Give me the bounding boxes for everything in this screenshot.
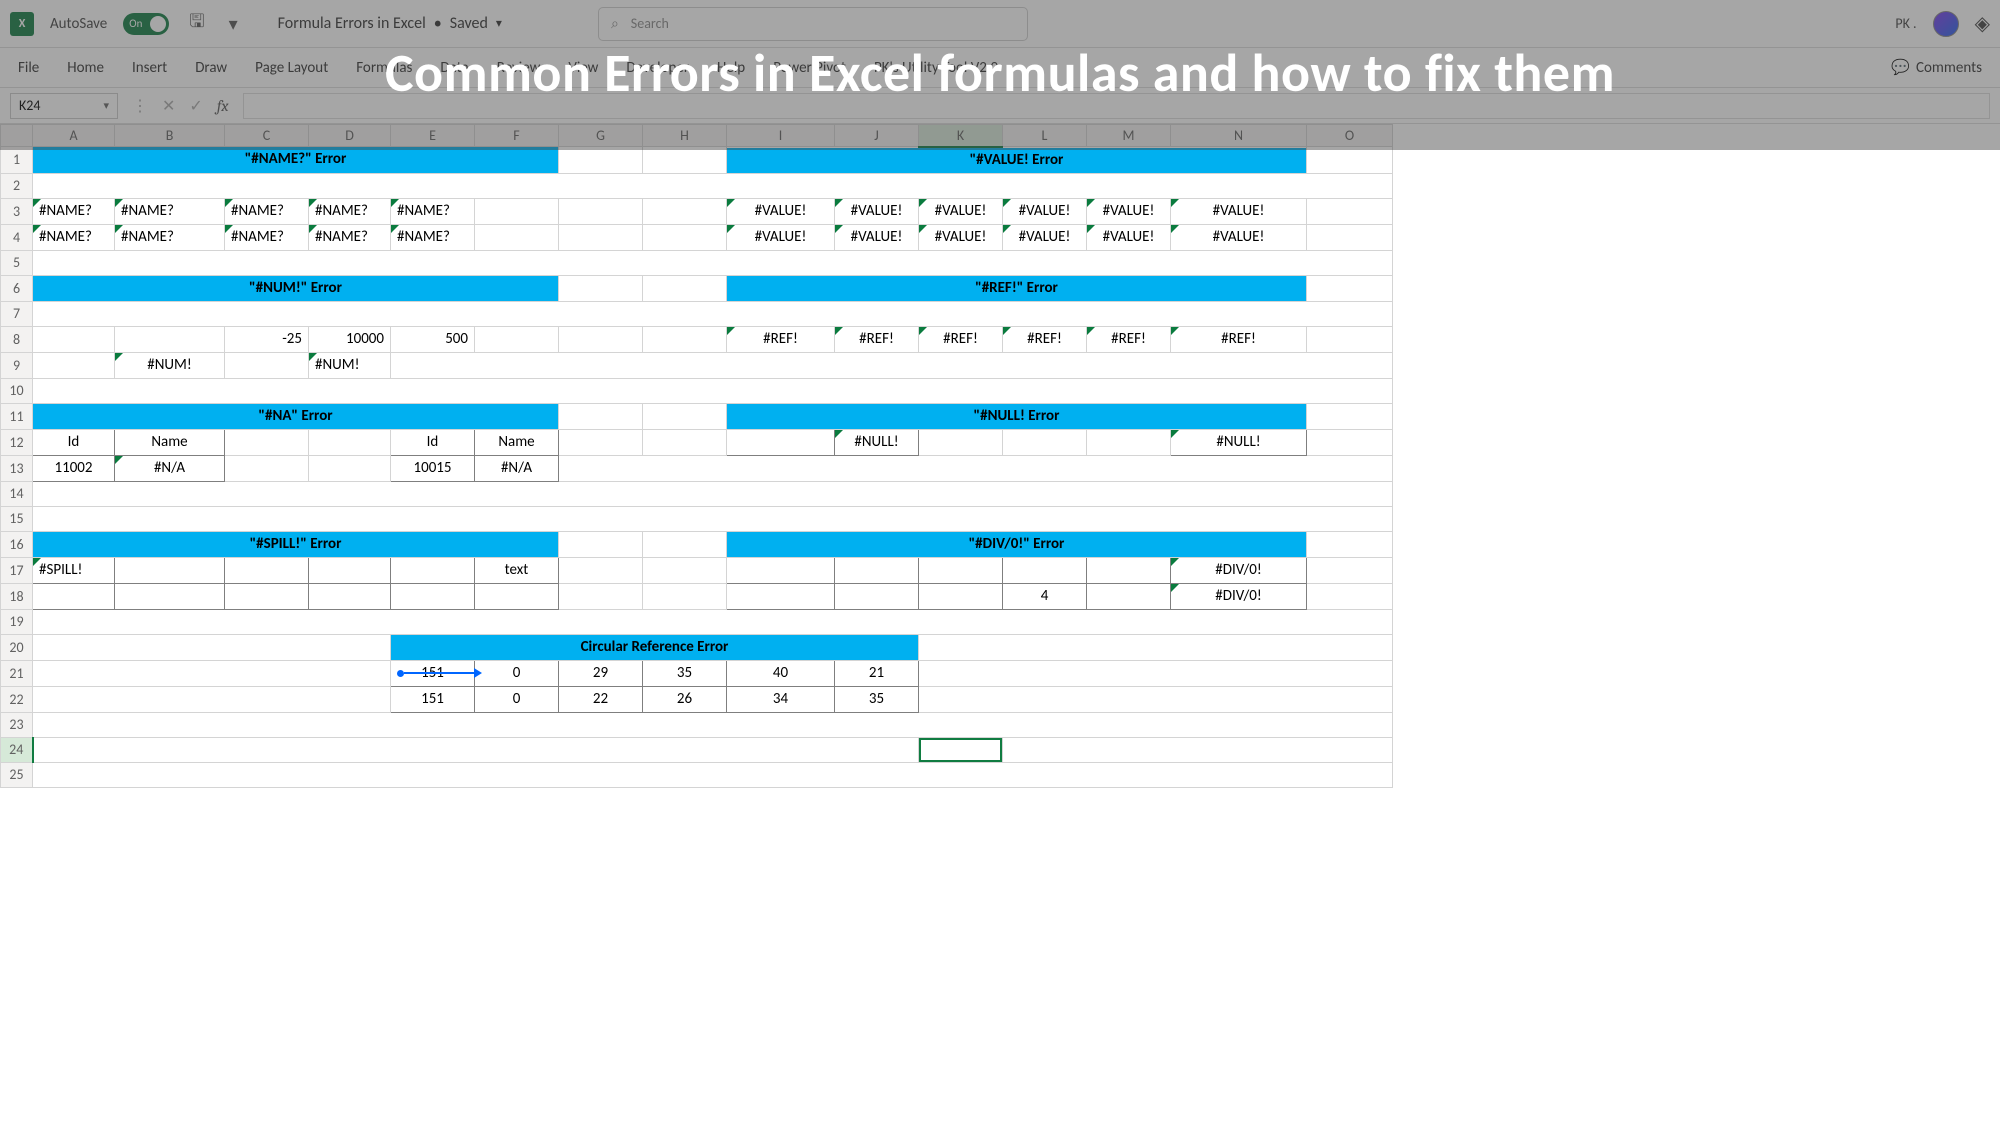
tab-help[interactable]: Help [717,59,745,77]
num-error-header[interactable]: "#NUM!" Error [33,275,559,301]
tab-powerpivot[interactable]: Power Pivot [773,59,846,77]
search-icon: ⌕ [611,15,619,32]
tab-view[interactable]: View [568,59,598,77]
tab-page-layout[interactable]: Page Layout [255,59,328,77]
comments-button[interactable]: 💬 Comments [1891,58,1982,77]
tab-data[interactable]: Data [440,59,468,77]
div0-error-header[interactable]: "#DIV/0!" Error [727,531,1307,557]
tab-insert[interactable]: Insert [132,59,167,77]
active-cell[interactable] [919,737,1003,762]
enter-icon[interactable]: ✓ [185,96,206,116]
tab-developer[interactable]: Developer [626,59,689,77]
diamond-icon[interactable]: ◈ [1975,11,1990,36]
user-name[interactable]: PK . [1895,15,1916,32]
tab-formulas[interactable]: Formulas [356,59,412,77]
cancel-icon[interactable]: ✕ [158,96,179,116]
circular-error-header[interactable]: Circular Reference Error [391,634,919,660]
name-error-header[interactable]: "#NAME?" Error [33,147,559,174]
autosave-toggle[interactable]: On [123,13,169,35]
tab-file[interactable]: File [18,59,39,77]
name-box[interactable]: K24▾ [10,93,118,119]
null-error-header[interactable]: "#NULL! Error [727,403,1307,429]
title-bar: X AutoSave On 🖫 ▾ Formula Errors in Exce… [0,0,2000,48]
spill-error-header[interactable]: "#SPILL!" Error [33,531,559,557]
formula-bar-row: K24▾ ⋮ ✕ ✓ fx [0,88,2000,124]
worksheet[interactable]: A B C D E F G H I J K L M N O 1 "#NAME?"… [0,124,2000,788]
formula-bar[interactable] [243,93,1991,119]
save-icon[interactable]: 🖫 [185,9,208,39]
na-error-header[interactable]: "#NA" Error [33,403,559,429]
tab-review[interactable]: Review [497,59,541,77]
select-all[interactable] [1,125,33,147]
autosave-label: AutoSave [50,15,107,33]
qat-dropdown-icon[interactable]: ▾ [225,13,242,35]
value-error-header[interactable]: "#VALUE! Error [727,147,1307,174]
search-input[interactable]: ⌕ Search [598,7,1028,41]
fx-icon[interactable]: fx [213,97,233,115]
tab-draw[interactable]: Draw [195,59,227,77]
tracer-dot-icon [397,670,404,677]
tab-home[interactable]: Home [67,59,104,77]
ref-error-header[interactable]: "#REF!" Error [727,275,1307,301]
comment-icon: 💬 [1891,58,1910,77]
tab-addin[interactable]: PK's Utility Tool V2.0 [874,59,998,77]
ribbon-tabs: File Home Insert Draw Page Layout Formul… [0,48,2000,88]
tracer-arrow-icon [474,668,482,678]
excel-logo-icon: X [10,12,34,36]
column-headers[interactable]: A B C D E F G H I J K L M N O [1,125,1393,147]
avatar[interactable] [1933,11,1959,37]
document-title[interactable]: Formula Errors in Excel • Saved ▾ [278,14,502,33]
